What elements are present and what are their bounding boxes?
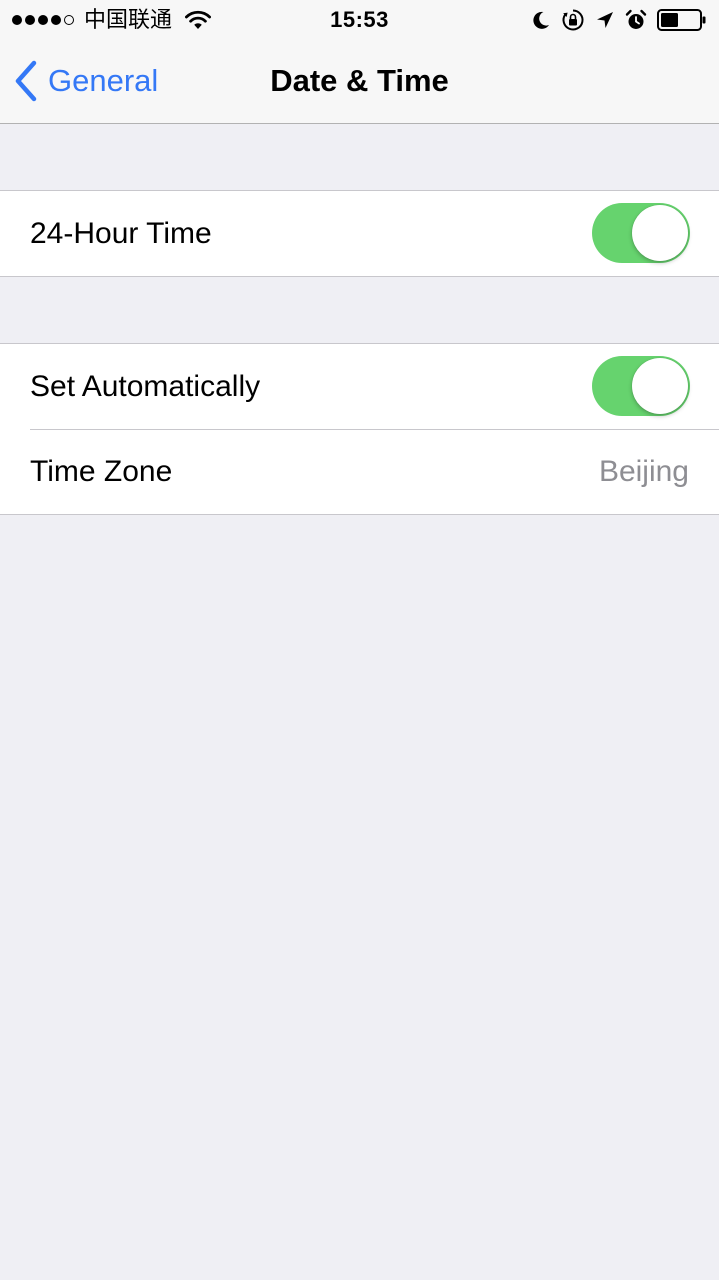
page-title: Date & Time <box>270 63 449 98</box>
settings-group-hour-format: 24-Hour Time <box>0 190 719 277</box>
setting-label: Time Zone <box>30 454 173 488</box>
orientation-lock-icon <box>562 9 584 31</box>
settings-group-time-sync: Set Automatically Time Zone Beijing <box>0 343 719 515</box>
status-bar: 中国联通 15:53 <box>0 0 719 40</box>
location-arrow-icon <box>597 12 613 28</box>
alarm-icon <box>625 9 647 29</box>
toggle-knob <box>632 358 688 414</box>
time-zone-value: Beijing <box>598 454 689 488</box>
setting-row-24-hour-time: 24-Hour Time <box>0 191 719 276</box>
status-right <box>531 6 707 34</box>
navigation-bar: General Date & Time <box>0 40 719 124</box>
setting-label: Set Automatically <box>30 369 261 403</box>
24-hour-time-toggle[interactable] <box>592 203 690 263</box>
setting-label: 24-Hour Time <box>30 216 212 250</box>
toggle-knob <box>632 205 688 261</box>
battery-icon <box>657 9 706 31</box>
setting-row-time-zone[interactable]: Time Zone Beijing <box>0 429 719 514</box>
moon-icon <box>533 11 549 29</box>
set-automatically-toggle[interactable] <box>592 356 690 416</box>
setting-row-set-automatically: Set Automatically <box>0 344 719 429</box>
